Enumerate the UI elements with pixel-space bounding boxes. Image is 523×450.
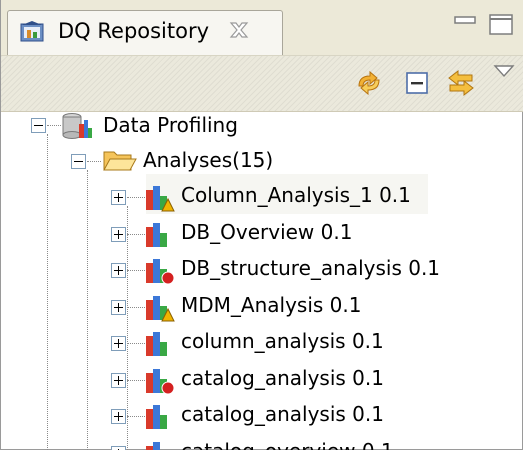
view-toolbar xyxy=(1,55,523,112)
tree-hline xyxy=(47,125,61,126)
tree-node-label: DB_Overview 0.1 xyxy=(181,220,353,244)
analysis-chart-icon xyxy=(146,296,175,322)
tree-node-label: MDM_Analysis 0.1 xyxy=(181,293,362,317)
analysis-chart-icon xyxy=(146,369,175,395)
refresh-sync-button[interactable] xyxy=(353,68,385,98)
collapse-all-icon xyxy=(406,72,428,94)
tree-line-items xyxy=(127,206,128,450)
analysis-chart-icon xyxy=(146,405,167,429)
open-folder-icon xyxy=(103,151,137,171)
close-icon[interactable] xyxy=(228,19,250,41)
sync-icon xyxy=(358,70,380,96)
expand-toggle[interactable] xyxy=(111,373,126,388)
minimize-icon[interactable] xyxy=(451,12,479,36)
tree-node-label: catalog_analysis 0.1 xyxy=(181,366,384,390)
error-badge-icon xyxy=(161,381,175,395)
link-arrows-icon xyxy=(448,69,474,97)
link-with-editor-button[interactable] xyxy=(445,68,477,98)
triangle-down-icon xyxy=(493,65,515,78)
dq-repository-view: DQ Repository Data Profiling Analyses(15… xyxy=(0,0,523,450)
expand-toggle[interactable] xyxy=(111,300,126,315)
view-menu-button[interactable] xyxy=(491,62,517,80)
error-badge-icon xyxy=(161,271,175,285)
tree-node-label: column_analysis 0.1 xyxy=(181,329,384,353)
expand-toggle[interactable] xyxy=(111,446,126,450)
tree-node-label: Analyses(15) xyxy=(143,148,274,172)
view-title: DQ Repository xyxy=(58,19,210,43)
maximize-icon[interactable] xyxy=(487,12,515,36)
collapse-all-button[interactable] xyxy=(401,68,433,98)
tree-hline xyxy=(87,161,101,162)
analysis-chart-icon xyxy=(146,332,167,356)
expand-toggle[interactable] xyxy=(111,263,126,278)
repository-tree[interactable]: Data Profiling Analyses(15) Column_Analy… xyxy=(1,110,522,450)
expand-toggle[interactable] xyxy=(111,227,126,242)
data-profiling-icon xyxy=(62,113,92,139)
tree-line-folder xyxy=(87,170,88,450)
expand-toggle[interactable] xyxy=(111,336,126,351)
collapse-toggle[interactable] xyxy=(31,118,46,133)
tree-line-root xyxy=(47,134,48,450)
expand-toggle[interactable] xyxy=(111,190,126,205)
analysis-chart-icon xyxy=(146,186,175,212)
tree-node-label: catalog_overview 0.1 xyxy=(181,438,394,450)
tree-node-label: Data Profiling xyxy=(103,113,238,137)
tree-node-label: catalog_analysis 0.1 xyxy=(181,402,384,426)
analysis-chart-icon xyxy=(146,259,175,285)
collapse-toggle[interactable] xyxy=(71,154,86,169)
tree-node-label: DB_structure_analysis 0.1 xyxy=(181,256,441,280)
tree-node-label: Column_Analysis_1 0.1 xyxy=(181,183,411,207)
analysis-chart-icon xyxy=(146,442,160,450)
expand-toggle[interactable] xyxy=(111,409,126,424)
analysis-chart-icon xyxy=(146,223,167,247)
repository-icon xyxy=(20,21,44,42)
